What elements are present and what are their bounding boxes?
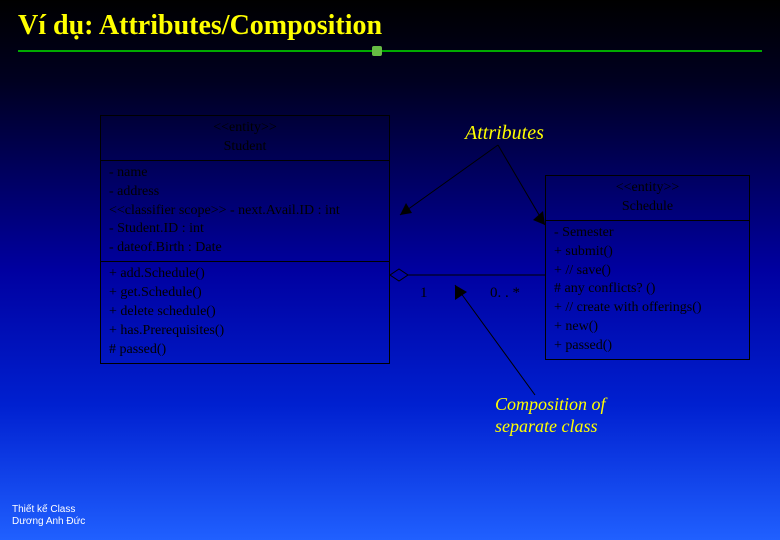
uml-schedule-members: - Semester + submit() + // save() # any …: [546, 221, 749, 359]
student-op: + delete schedule(): [109, 303, 381, 322]
student-name: Student: [224, 139, 267, 154]
multiplicity-right: 0. . *: [490, 285, 520, 302]
footer-line2: Dương Anh Đức: [12, 516, 85, 528]
student-op: + get.Schedule(): [109, 284, 381, 303]
student-op: + has.Prerequisites(): [109, 322, 381, 341]
schedule-name: Schedule: [622, 199, 673, 214]
schedule-stereotype: <<entity>>: [616, 180, 679, 195]
rule-marker: [372, 46, 382, 56]
uml-schedule-title: <<entity>> Schedule: [546, 176, 749, 221]
schedule-member: # any conflicts? (): [554, 280, 741, 299]
schedule-member: + submit(): [554, 243, 741, 262]
uml-student-title: <<entity>> Student: [101, 116, 389, 161]
uml-student: <<entity>> Student - name - address <<cl…: [100, 115, 390, 364]
student-attr: - name: [109, 164, 381, 183]
uml-student-ops: + add.Schedule() + get.Schedule() + dele…: [101, 262, 389, 362]
student-attr: <<classifier scope>> - next.Avail.ID : i…: [109, 202, 381, 221]
uml-schedule: <<entity>> Schedule - Semester + submit(…: [545, 175, 750, 360]
label-composition-text: Composition of separate class: [495, 394, 606, 436]
schedule-member: + new(): [554, 318, 741, 337]
title-rule: [18, 48, 762, 54]
slide-title: Ví dụ: Attributes/Composition: [0, 0, 780, 48]
rule-line: [18, 50, 762, 52]
student-op: + add.Schedule(): [109, 265, 381, 284]
uml-student-attrs: - name - address <<classifier scope>> - …: [101, 161, 389, 262]
label-attributes: Attributes: [465, 122, 544, 145]
schedule-member: + passed(): [554, 337, 741, 356]
multiplicity-left: 1: [420, 285, 428, 302]
student-attr: - dateof.Birth : Date: [109, 239, 381, 258]
footer-credits: Thiết kế Class Dương Anh Đức: [12, 504, 85, 528]
student-stereotype: <<entity>>: [213, 120, 276, 135]
schedule-member: + // create with offerings(): [554, 299, 741, 318]
student-attr: - Student.ID : int: [109, 220, 381, 239]
label-composition: Composition of separate class: [495, 394, 606, 437]
footer-line1: Thiết kế Class: [12, 504, 85, 516]
student-attr: - address: [109, 183, 381, 202]
student-op: # passed(): [109, 341, 381, 360]
schedule-member: - Semester: [554, 224, 741, 243]
schedule-member: + // save(): [554, 262, 741, 281]
